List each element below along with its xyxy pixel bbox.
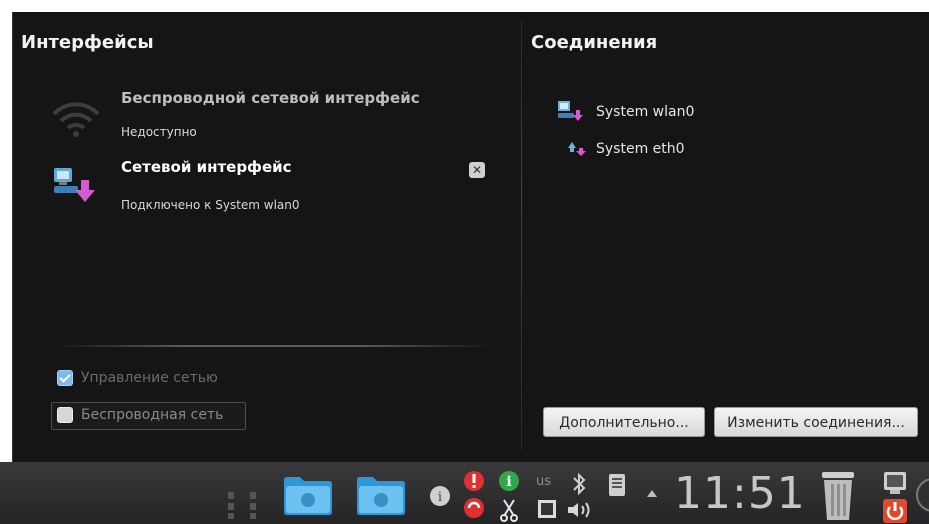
connection-label: System wlan0 <box>596 104 695 120</box>
network-management-toggle[interactable]: Управление сетью <box>57 370 218 386</box>
edge-button-icon[interactable] <box>914 476 929 514</box>
svg-text:i: i <box>506 474 511 490</box>
interface-status: Недоступно <box>121 125 197 139</box>
interface-title: Беспроводной сетевой интерфейс <box>121 89 420 107</box>
column-divider <box>521 20 522 450</box>
connection-item-wlan0[interactable]: System wlan0 <box>556 100 694 124</box>
interface-status: Подключено к System wlan0 <box>121 198 300 212</box>
grip-icon <box>228 492 256 519</box>
wired-connection-icon <box>568 142 586 156</box>
connection-label: System eth0 <box>596 141 685 157</box>
connection-item-eth0[interactable]: System eth0 <box>564 140 685 158</box>
clock[interactable]: 11:51 <box>674 468 806 519</box>
info-icon[interactable]: i <box>428 484 452 508</box>
wireless-toggle[interactable]: Беспроводная сеть <box>57 407 223 423</box>
advanced-button[interactable]: Дополнительно... <box>543 407 705 437</box>
update-icon[interactable] <box>462 496 486 520</box>
lock-screen-icon[interactable] <box>882 468 908 496</box>
folder-icon[interactable] <box>282 474 334 516</box>
edit-connections-button[interactable]: Изменить соединения... <box>714 407 918 437</box>
network-interface-icon <box>54 168 95 202</box>
connections-heading: Соединения <box>531 32 658 53</box>
checkbox-label: Управление сетью <box>81 370 218 386</box>
network-manager-panel: Интерфейсы Соединения Беспроводной сетев… <box>12 12 929 462</box>
power-icon[interactable] <box>882 498 908 524</box>
bluetooth-icon[interactable] <box>570 471 590 497</box>
alert-icon[interactable] <box>462 469 486 493</box>
interfaces-heading: Интерфейсы <box>21 32 154 53</box>
checkbox-unchecked[interactable] <box>57 407 73 423</box>
checkbox-label: Беспроводная сеть <box>81 407 224 423</box>
scissors-icon[interactable] <box>500 498 520 522</box>
trash-icon[interactable] <box>818 470 858 522</box>
separator <box>53 345 493 347</box>
keyboard-layout-indicator[interactable]: us <box>536 474 551 489</box>
clipboard-icon[interactable] <box>606 470 628 498</box>
disconnect-button[interactable]: ✕ <box>469 162 485 178</box>
network-tray-icon[interactable] <box>536 498 558 520</box>
wireless-connection-icon <box>558 101 583 121</box>
info-green-icon[interactable]: i <box>497 469 521 493</box>
wifi-icon <box>52 102 100 137</box>
volume-icon[interactable] <box>566 500 596 520</box>
checkbox-checked[interactable] <box>57 370 73 386</box>
svg-text:i: i <box>438 490 442 505</box>
downloads-folder-icon[interactable] <box>355 474 407 516</box>
interface-title: Сетевой интерфейс <box>121 158 292 176</box>
chevron-up-icon[interactable] <box>645 487 659 499</box>
